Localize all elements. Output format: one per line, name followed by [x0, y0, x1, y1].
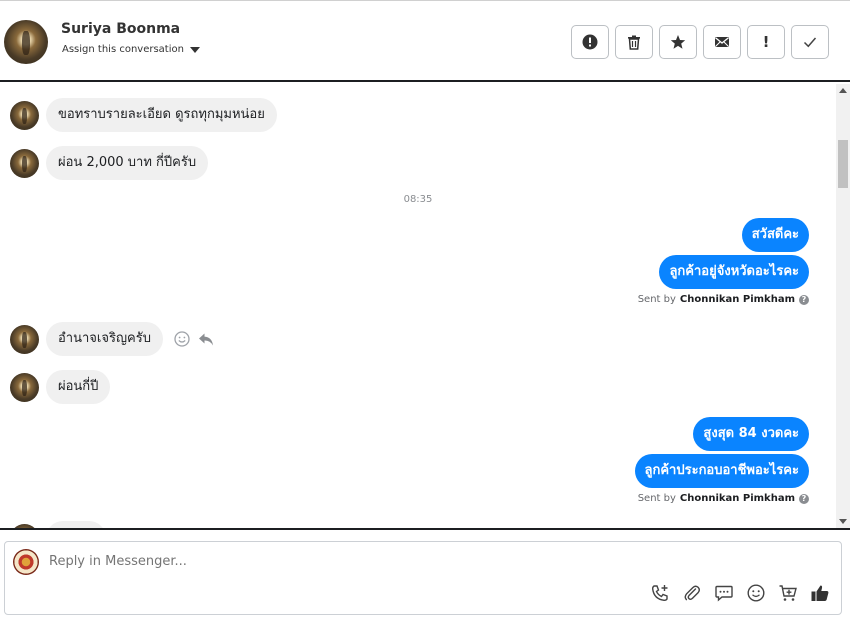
- outgoing-message[interactable]: สวัสดีคะ: [741, 218, 809, 252]
- emoji-react-icon[interactable]: [173, 330, 191, 348]
- message-actions: [173, 330, 215, 348]
- follow-up-button[interactable]: !: [747, 25, 785, 59]
- message-thread: ขอทราบรายละเอียด ดูรถทุกมุมหน่อย ผ่อน 2,…: [0, 84, 836, 528]
- assign-label: Assign this conversation: [62, 44, 184, 55]
- sent-by-name: Chonnikan Pimkham: [679, 294, 795, 305]
- mark-done-button[interactable]: [791, 25, 829, 59]
- sender-avatar: [10, 372, 39, 402]
- contact-avatar[interactable]: [4, 20, 48, 64]
- message-scrollbar[interactable]: [836, 84, 850, 528]
- composer-tools: [650, 583, 830, 603]
- sent-by-name: Chonnikan Pimkham: [679, 493, 795, 504]
- conversation-header: Suriya Boonma Assign this conversation !: [0, 0, 850, 82]
- assign-conversation-dropdown[interactable]: Assign this conversation: [62, 44, 200, 55]
- paperclip-icon[interactable]: [682, 583, 702, 603]
- report-spam-button[interactable]: [571, 25, 609, 59]
- message-timestamp: 08:35: [403, 194, 433, 205]
- reply-composer: [4, 541, 842, 615]
- delete-button[interactable]: [615, 25, 653, 59]
- outgoing-message[interactable]: ลูกค้าประกอบอาชีพอะไรคะ: [634, 454, 809, 488]
- saved-reply-icon[interactable]: [714, 583, 734, 603]
- message-bubble[interactable]: ขอทราบรายละเอียด ดูรถทุกมุมหน่อย: [46, 98, 277, 132]
- star-button[interactable]: [659, 25, 697, 59]
- incoming-message: อำนาจเจริญครับ: [10, 322, 215, 356]
- help-icon[interactable]: ?: [799, 493, 809, 504]
- scroll-down-arrow-icon[interactable]: [839, 519, 847, 524]
- sender-avatar: [10, 100, 39, 130]
- incoming-message: ผ่อน 2,000 บาท กี่ปีครับ: [10, 146, 209, 180]
- scroll-thumb[interactable]: [838, 140, 848, 188]
- mark-unread-button[interactable]: [703, 25, 741, 59]
- reply-input[interactable]: [49, 554, 649, 569]
- caret-down-icon: [189, 46, 200, 53]
- call-add-icon[interactable]: [650, 583, 670, 603]
- incoming-message-partial: [10, 521, 106, 528]
- help-icon[interactable]: ?: [799, 294, 809, 305]
- incoming-message: ผ่อนกี่ปี: [10, 370, 111, 404]
- envelope-icon: [715, 37, 729, 47]
- incoming-message: ขอทราบรายละเอียด ดูรถทุกมุมหน่อย: [10, 98, 277, 132]
- cart-icon[interactable]: [778, 583, 798, 603]
- star-icon: [670, 35, 686, 49]
- emoji-icon[interactable]: [746, 583, 766, 603]
- page-avatar: [13, 549, 39, 575]
- sent-by-prefix: Sent by: [637, 294, 676, 305]
- exclamation-icon: !: [762, 33, 770, 51]
- outgoing-message[interactable]: ลูกค้าอยู่จังหวัดอะไรคะ: [659, 255, 809, 289]
- message-bubble[interactable]: อำนาจเจริญครับ: [46, 322, 163, 356]
- header-actions: !: [571, 25, 829, 59]
- message-bubble[interactable]: [46, 521, 106, 528]
- outgoing-message[interactable]: สูงสุด 84 งวดคะ: [693, 417, 809, 451]
- scroll-up-arrow-icon[interactable]: [839, 88, 847, 93]
- reply-icon[interactable]: [197, 330, 215, 348]
- alert-circle-icon: [582, 34, 598, 50]
- contact-name[interactable]: Suriya Boonma: [61, 21, 180, 37]
- sent-by-prefix: Sent by: [637, 493, 676, 504]
- message-bubble[interactable]: ผ่อน 2,000 บาท กี่ปีครับ: [46, 146, 209, 180]
- sent-by-label: Sent by Chonnikan Pimkham ?: [638, 294, 809, 305]
- sender-avatar: [10, 148, 39, 178]
- message-bubble[interactable]: ผ่อนกี่ปี: [46, 370, 111, 404]
- check-icon: [803, 37, 817, 48]
- trash-icon: [628, 35, 640, 50]
- sender-avatar: [10, 324, 39, 354]
- like-icon[interactable]: [810, 583, 830, 603]
- sent-by-label: Sent by Chonnikan Pimkham ?: [638, 493, 809, 504]
- composer-divider: [0, 528, 850, 530]
